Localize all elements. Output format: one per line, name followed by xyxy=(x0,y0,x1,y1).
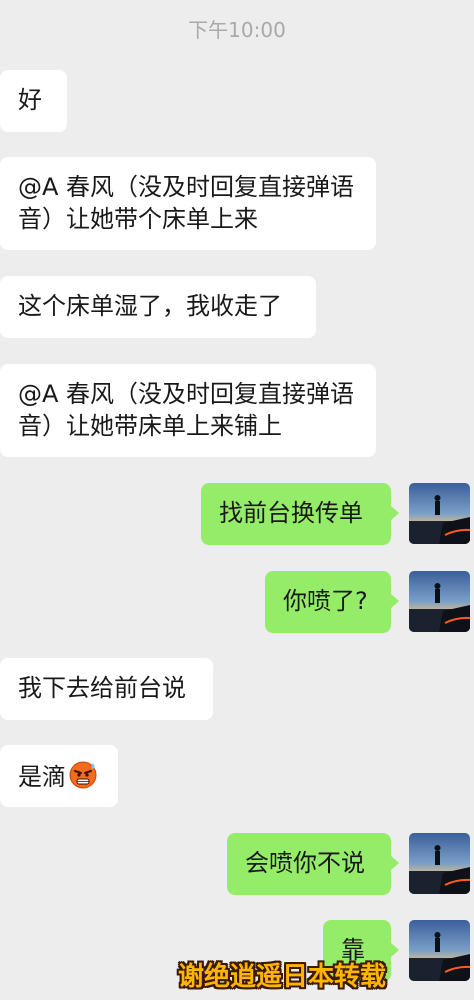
message-text: 会喷你不说 xyxy=(245,849,365,877)
message-text-line: 音）让她带床单上来铺上 xyxy=(18,412,282,440)
message-bubble-incoming[interactable]: 好 xyxy=(0,70,67,132)
message-text: 这个床单湿了，我收走了 xyxy=(18,292,282,320)
avatar-photo-icon xyxy=(409,483,470,544)
chat-timestamp: 下午10:00 xyxy=(188,18,286,42)
watermark-text: 谢绝逍遥日本转载 xyxy=(178,962,387,992)
message-text-line: 音）让她带个床单上来 xyxy=(18,205,258,233)
message-bubble-incoming[interactable]: @A 春风（没及时回复直接弹语 音）让她带个床单上来 xyxy=(0,157,376,250)
message-text: 我下去给前台说 xyxy=(18,674,186,702)
message-text: 好 xyxy=(18,86,42,114)
user-avatar[interactable] xyxy=(409,483,470,544)
message-text-line: @A 春风（没及时回复直接弹语 xyxy=(18,173,355,201)
message-bubble-incoming[interactable]: 这个床单湿了，我收走了 xyxy=(0,276,316,338)
angry-sweat-emoji-icon xyxy=(68,759,98,797)
message-bubble-incoming[interactable]: 是滴 xyxy=(0,745,118,807)
message-bubble-incoming[interactable]: @A 春风（没及时回复直接弹语 音）让她带床单上来铺上 xyxy=(0,364,376,457)
message-text: 是滴 xyxy=(18,763,66,791)
avatar-photo-icon xyxy=(409,920,470,981)
avatar-photo-icon xyxy=(409,571,470,632)
message-text: 你喷了? xyxy=(283,587,368,615)
message-text: 找前台换传单 xyxy=(219,499,363,527)
message-bubble-outgoing[interactable]: 找前台换传单 xyxy=(201,483,399,545)
user-avatar[interactable] xyxy=(409,920,470,981)
message-bubble-outgoing[interactable]: 你喷了? xyxy=(265,571,399,633)
message-bubble-incoming[interactable]: 我下去给前台说 xyxy=(0,658,213,720)
message-text-line: @A 春风（没及时回复直接弹语 xyxy=(18,380,355,408)
user-avatar[interactable] xyxy=(409,571,470,632)
message-bubble-outgoing[interactable]: 会喷你不说 xyxy=(227,833,399,895)
chat-view: 下午10:00 好 @A 春风（没及时回复直接弹语 音）让她带个床单上来 这个床… xyxy=(0,0,474,1000)
avatar-photo-icon xyxy=(409,833,470,894)
user-avatar[interactable] xyxy=(409,833,470,894)
